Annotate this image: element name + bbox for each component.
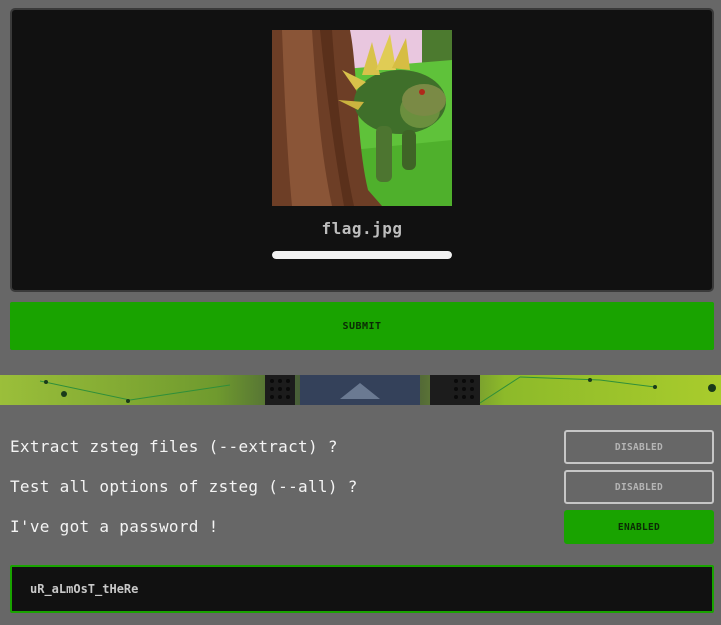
toggle-password-button[interactable]: ENABLED bbox=[564, 510, 714, 544]
option-row-extract: Extract zsteg files (--extract) ? DISABL… bbox=[10, 430, 714, 464]
decorative-banner bbox=[0, 375, 721, 405]
option-label-all: Test all options of zsteg (--all) ? bbox=[10, 477, 358, 496]
file-upload-panel[interactable]: flag.jpg bbox=[10, 8, 714, 292]
upload-progress-fill bbox=[272, 251, 452, 259]
toggle-extract-button[interactable]: DISABLED bbox=[564, 430, 714, 464]
upload-progress-bar bbox=[272, 251, 452, 259]
submit-button[interactable]: SUBMIT bbox=[10, 302, 714, 350]
password-input[interactable] bbox=[10, 565, 714, 613]
option-label-extract: Extract zsteg files (--extract) ? bbox=[10, 437, 338, 456]
image-preview bbox=[272, 30, 452, 206]
option-row-all: Test all options of zsteg (--all) ? DISA… bbox=[10, 470, 714, 504]
option-row-password: I've got a password ! ENABLED bbox=[10, 510, 714, 544]
file-name: flag.jpg bbox=[321, 219, 403, 238]
toggle-all-button[interactable]: DISABLED bbox=[564, 470, 714, 504]
option-label-password: I've got a password ! bbox=[10, 517, 219, 536]
